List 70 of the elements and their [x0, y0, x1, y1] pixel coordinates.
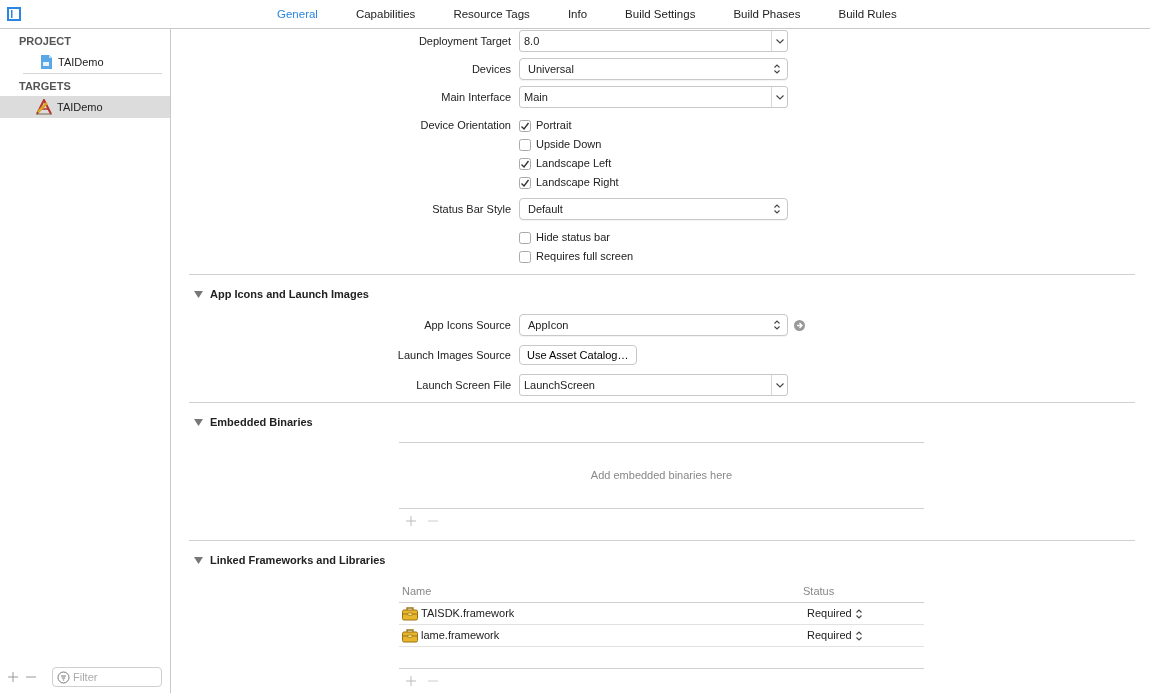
section-title: Linked Frameworks and Libraries [210, 553, 386, 569]
updown-arrows-icon [773, 203, 781, 215]
updown-arrows-icon [854, 629, 863, 642]
button[interactable]: Use Asset Catalog… [519, 345, 637, 365]
tab[interactable]: Resource Tags [434, 0, 549, 28]
chevron-down-icon [775, 38, 784, 44]
go-arrow-icon[interactable] [794, 319, 805, 331]
field-label: App Icons Source [424, 319, 511, 331]
combo-box[interactable]: Main [519, 86, 788, 108]
sidebar-item[interactable]: TAIDemo [0, 51, 170, 73]
tab[interactable]: Capabilities [336, 0, 435, 28]
field-label: Status Bar Style [432, 203, 511, 215]
checkbox-label: Landscape Right [536, 175, 619, 191]
section-title: App Icons and Launch Images [210, 287, 369, 303]
filter-field[interactable]: Filter [52, 667, 162, 687]
combo-box[interactable]: 8.0 [519, 30, 788, 52]
disclosure-triangle-icon[interactable] [194, 418, 203, 427]
checkbox[interactable] [519, 176, 531, 189]
column-header[interactable]: Status [803, 582, 835, 600]
disclosure-triangle-icon[interactable] [194, 556, 203, 565]
checkbox[interactable] [519, 231, 531, 244]
tab[interactable]: Build Phases [714, 0, 820, 28]
dropdown[interactable]: Default [519, 198, 788, 220]
section-header: TARGETS [18, 79, 72, 94]
checkbox-label: Hide status bar [536, 230, 610, 246]
filter-icon [57, 670, 70, 684]
field-label: Launch Images Source [397, 349, 511, 361]
dropdown[interactable]: AppIcon [519, 314, 788, 336]
column-header[interactable]: Name [402, 582, 432, 600]
disclosure-triangle-icon[interactable] [194, 290, 203, 299]
add-icon[interactable] [406, 516, 416, 526]
section-title: Embedded Binaries [210, 415, 313, 431]
project-file-icon [38, 54, 54, 70]
table-cell-text: lame.framework [421, 628, 500, 644]
section-header: PROJECT [18, 34, 72, 49]
chevron-down-icon [775, 94, 784, 100]
table-cell-text: TAISDK.framework [421, 606, 515, 622]
checkbox[interactable] [519, 119, 531, 132]
add-icon[interactable] [8, 672, 18, 682]
add-icon[interactable] [406, 676, 416, 686]
dropdown[interactable]: Universal [519, 58, 788, 80]
field-label: Deployment Target [418, 35, 511, 47]
combo-box[interactable]: LaunchScreen [519, 374, 788, 396]
checkbox-label: Portrait [536, 118, 572, 134]
field-label: Device Orientation [420, 119, 511, 131]
status-dropdown[interactable]: Required [807, 627, 863, 644]
field-label: Devices [471, 63, 511, 75]
field-label: Launch Screen File [416, 379, 511, 391]
checkbox-label: Upside Down [536, 137, 602, 153]
updown-arrows-icon [773, 319, 781, 331]
tab[interactable]: General [258, 0, 337, 28]
checkbox[interactable] [519, 138, 531, 151]
checkbox[interactable] [519, 250, 531, 263]
updown-arrows-icon [773, 63, 781, 75]
tab[interactable]: Build Rules [819, 0, 916, 28]
checkbox-label: Landscape Left [536, 156, 612, 172]
empty-message: Add embedded binaries here [590, 468, 733, 484]
sidebar-item[interactable]: TAIDemo [0, 96, 170, 118]
sidebar-toggle-icon[interactable] [7, 7, 21, 21]
toolbox-icon [402, 606, 418, 621]
tab[interactable]: Build Settings [606, 0, 715, 28]
field-label: Main Interface [441, 91, 511, 103]
checkbox[interactable] [519, 157, 531, 170]
toolbox-icon [402, 628, 418, 643]
checkbox-label: Requires full screen [536, 249, 634, 265]
tab[interactable]: Info [548, 0, 607, 28]
updown-arrows-icon [854, 607, 863, 620]
chevron-down-icon [775, 382, 784, 388]
app-target-icon [35, 99, 53, 115]
status-dropdown[interactable]: Required [807, 605, 863, 622]
